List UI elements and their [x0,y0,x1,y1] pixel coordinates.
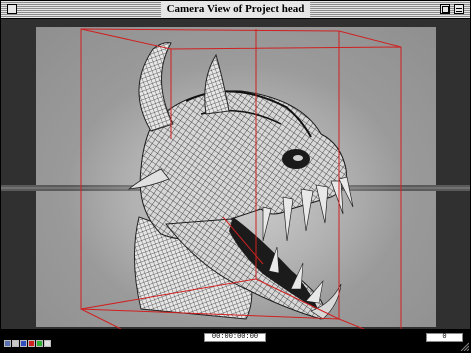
zoom-box[interactable] [440,4,450,14]
collapse-box[interactable] [454,4,464,14]
status-bar: 00:00:00:00 0 [1,329,470,352]
scene-svg [1,28,470,329]
window-title: Camera View of Project head [160,2,311,17]
green-swatch-icon[interactable] [36,340,43,347]
camera-view-window: Camera View of Project head 00:00:00:00 … [0,0,471,353]
title-bar[interactable]: Camera View of Project head [1,1,470,19]
close-box[interactable] [7,4,17,14]
light-icon[interactable] [12,340,19,347]
color-swatch-icon[interactable] [20,340,27,347]
frame-counter-field[interactable]: 0 [426,333,463,342]
resize-grip-icon[interactable] [459,341,469,351]
camera-icon[interactable] [4,340,11,347]
red-swatch-icon[interactable] [28,340,35,347]
camera-viewport[interactable] [1,19,470,329]
render-icon[interactable] [44,340,51,347]
timecode-field[interactable]: 00:00:00:00 [204,333,266,342]
